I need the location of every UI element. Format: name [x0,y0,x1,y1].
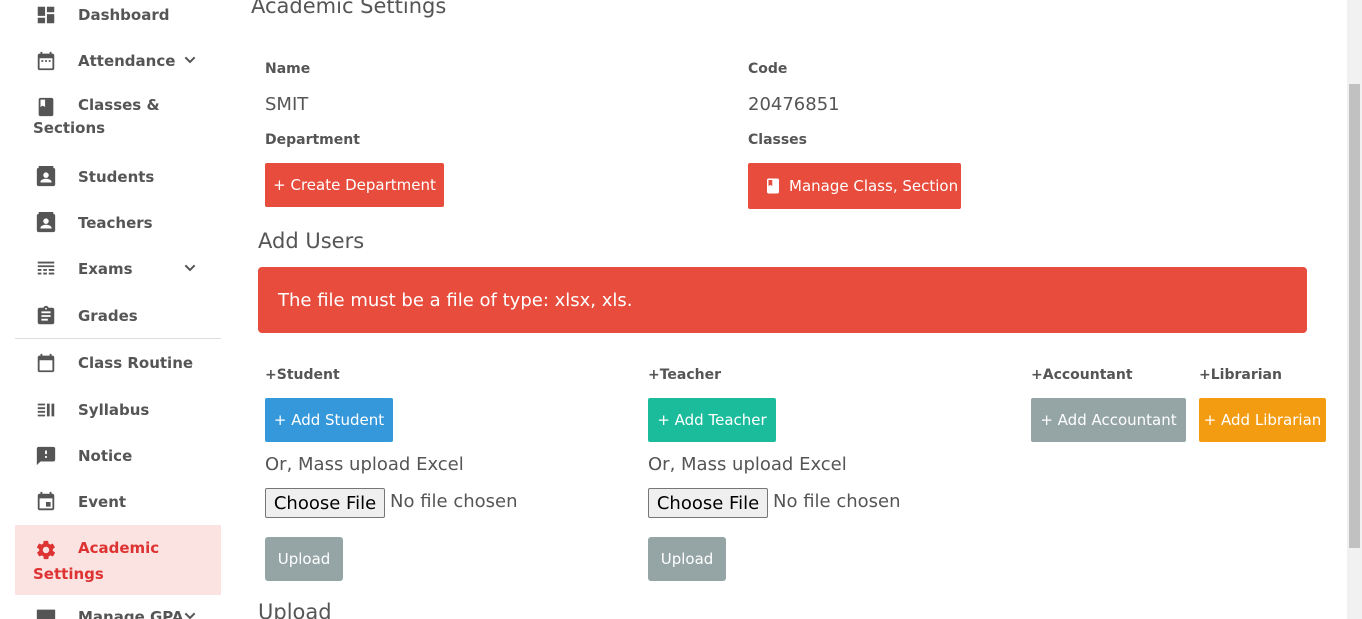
code-label: Code [748,61,788,77]
teacher-upload-button[interactable]: Upload [648,537,726,581]
sidebar: Dashboard Attendance Classes & Sections … [0,0,240,619]
chevron-down-icon [184,56,196,64]
name-label: Name [265,61,311,77]
student-label: +Student [265,367,340,383]
main-content: Academic Settings Name SMIT Code 2047685… [240,0,1347,619]
error-alert-text: The file must be a file of type: xlsx, x… [278,289,633,311]
sidebar-item-label: Teachers [78,214,153,232]
sidebar-item-label: Notice [78,447,133,465]
calendar-blank-icon [37,353,55,373]
sidebar-item-label: Classes & [78,96,160,114]
add-teacher-button[interactable]: + Add Teacher [648,398,776,442]
student-no-file-text: No file chosen [390,491,518,512]
sidebar-item-label: Exams [78,260,133,278]
manage-class-section-label: Manage Class, Section [789,177,959,195]
department-label: Department [265,132,360,148]
sidebar-item-label: Syllabus [78,401,150,419]
sidebar-divider [15,338,221,339]
alert-message-icon [36,446,56,466]
student-upload-button[interactable]: Upload [265,537,343,581]
teacher-choose-file-button[interactable]: Choose File [648,488,768,518]
list-icon [37,403,55,417]
add-student-button[interactable]: + Add Student [265,398,393,442]
scrollbar-thumb[interactable] [1349,84,1360,548]
add-users-title: Add Users [258,229,365,253]
create-department-button[interactable]: + Create Department [265,163,444,207]
chevron-down-icon [184,264,196,272]
code-value: 20476851 [748,94,840,115]
sidebar-item-label: Manage GPA [78,608,184,619]
id-card-icon [36,166,56,187]
accountant-label: +Accountant [1031,367,1133,383]
calendar-icon [37,51,55,71]
sidebar-item-academic-settings[interactable]: Academic Settings [15,525,221,595]
page-title: Academic Settings [251,0,447,18]
gpa-icon [36,609,56,619]
classes-label: Classes [748,132,808,148]
sidebar-item-label: Grades [78,307,138,325]
sidebar-item-label: Class Routine [78,354,194,372]
exams-icon [37,261,55,275]
book-icon [767,178,779,194]
librarian-label: +Librarian [1199,367,1282,383]
manage-class-section-button[interactable]: Manage Class, Section [748,163,961,209]
teacher-label: +Teacher [648,367,722,383]
student-choose-file-button[interactable]: Choose File [265,488,385,518]
sidebar-item-label: Attendance [78,52,176,70]
chevron-down-icon [184,612,196,619]
upload-section-title: Upload [258,600,332,619]
sidebar-item-label: Dashboard [78,6,170,24]
book-icon [38,97,54,117]
teacher-mass-upload-text: Or, Mass upload Excel [648,454,847,475]
sidebar-item-label-line2: Settings [33,565,104,583]
sidebar-item-label: Students [78,168,155,186]
sidebar-item-label: Academic [78,539,160,557]
gear-icon [36,540,56,560]
page-scrollbar[interactable] [1347,0,1362,619]
teacher-no-file-text: No file chosen [773,491,901,512]
add-accountant-button[interactable]: + Add Accountant [1031,398,1186,442]
student-mass-upload-text: Or, Mass upload Excel [265,454,464,475]
add-librarian-button[interactable]: + Add Librarian [1199,398,1326,442]
dashboard-icon [37,6,55,24]
sidebar-item-label: Event [78,493,127,511]
name-value: SMIT [265,94,309,115]
clipboard-icon [37,305,55,325]
sidebar-item-label-line2: Sections [33,119,106,137]
id-card-icon [36,212,56,233]
error-alert: The file must be a file of type: xlsx, x… [258,267,1307,333]
event-icon [37,491,55,511]
